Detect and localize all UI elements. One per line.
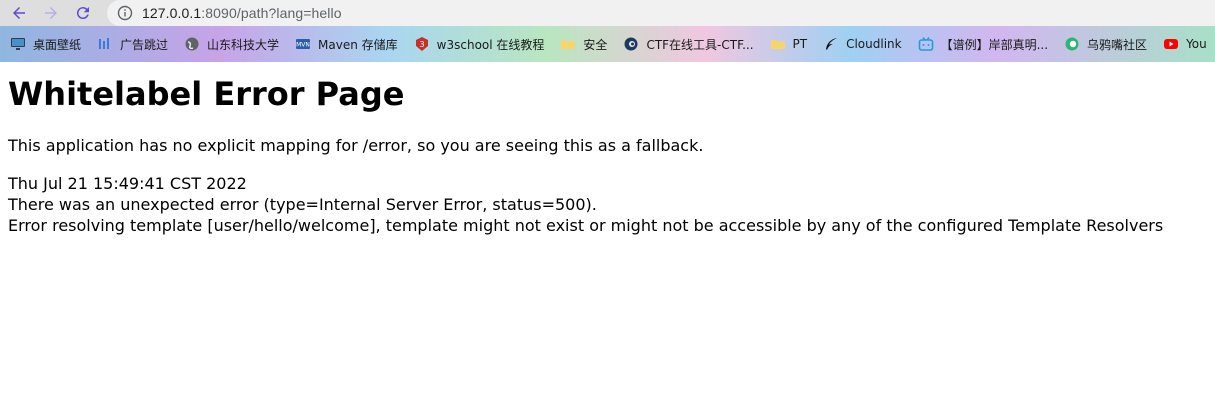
page-title: Whitelabel Error Page	[8, 75, 405, 113]
bookmark-item[interactable]: 安全	[554, 30, 613, 58]
error-timestamp: Thu Jul 21 15:49:41 CST 2022	[8, 174, 247, 193]
bookmark-item[interactable]: 桌面壁纸	[4, 30, 87, 58]
mvn-icon: MVN	[295, 36, 311, 52]
error-details: Thu Jul 21 15:49:41 CST 2022 There was a…	[8, 173, 1207, 236]
bookmark-label: 【谱例】岸部真明...	[940, 37, 1049, 52]
bookmark-item[interactable]: Cloudlink	[817, 30, 908, 58]
error-detail-line: Error resolving template [user/hello/wel…	[8, 216, 1164, 235]
url-host: 127.0.0.1	[142, 5, 202, 21]
svg-text:3: 3	[419, 40, 424, 49]
bookmark-label: Cloudlink	[846, 37, 902, 51]
bookmark-item[interactable]: 乌鸦嘴社区	[1058, 30, 1153, 58]
bookmark-label: 桌面壁纸	[33, 37, 82, 52]
crow-icon	[1064, 36, 1080, 52]
info-icon	[117, 5, 133, 21]
bookmark-item[interactable]: 广告跳过	[91, 30, 174, 58]
bookmark-item[interactable]: 【谱例】岸部真明...	[912, 30, 1054, 58]
arrow-right-icon	[45, 7, 57, 19]
intro-text: This application has no explicit mapping…	[8, 136, 704, 155]
bookmark-label: 安全	[583, 37, 608, 52]
bookmark-item[interactable]: CTF在线工具-CTF...	[617, 30, 759, 58]
url-path: :8090/path?lang=hello	[201, 5, 342, 21]
folder-icon	[770, 36, 786, 52]
url-text: 127.0.0.1:8090/path?lang=hello	[142, 5, 342, 21]
bookmark-item[interactable]: PT	[764, 30, 814, 58]
back-button[interactable]	[8, 2, 30, 24]
bookmark-item[interactable]: You	[1157, 30, 1213, 58]
w3school-icon: 3	[414, 36, 430, 52]
bookmark-label: You	[1186, 37, 1207, 51]
ctf-icon	[623, 36, 639, 52]
bookmark-label: Maven 存储库	[318, 37, 398, 52]
feather-icon	[823, 36, 839, 52]
bookmark-item[interactable]: 3 w3school 在线教程	[408, 30, 551, 58]
bookmark-item[interactable]: 山东科技大学	[178, 30, 285, 58]
bookmark-item[interactable]: MVN Maven 存储库	[289, 30, 404, 58]
svg-text:MVN: MVN	[296, 42, 310, 49]
arrow-left-icon	[13, 7, 25, 19]
error-type-line: There was an unexpected error (type=Inte…	[8, 195, 597, 214]
globe-icon	[184, 36, 200, 52]
bookmark-label: w3school 在线教程	[436, 37, 545, 52]
bookmark-label: 乌鸦嘴社区	[1087, 37, 1148, 52]
bars-icon	[97, 36, 113, 52]
forward-button[interactable]	[40, 2, 62, 24]
bookmark-label: PT	[792, 37, 808, 51]
bookmarks-bar: 桌面壁纸 广告跳过 山东科技大学 MVN Maven 存储库 3 w3schoo…	[0, 26, 1215, 62]
monitor-icon	[10, 36, 26, 52]
reload-button[interactable]	[72, 2, 94, 24]
bookmark-label: CTF在线工具-CTF...	[646, 37, 754, 52]
youtube-icon	[1163, 36, 1179, 52]
bookmark-label: 山东科技大学	[207, 37, 280, 52]
bilibili-icon	[918, 36, 934, 52]
bookmark-label: 广告跳过	[120, 37, 169, 52]
folder-icon	[560, 36, 576, 52]
address-bar[interactable]: 127.0.0.1:8090/path?lang=hello	[107, 0, 1215, 26]
page-content: Whitelabel Error Page This application h…	[0, 74, 1215, 236]
reload-icon	[76, 7, 89, 20]
browser-toolbar: 127.0.0.1:8090/path?lang=hello	[0, 0, 1215, 26]
